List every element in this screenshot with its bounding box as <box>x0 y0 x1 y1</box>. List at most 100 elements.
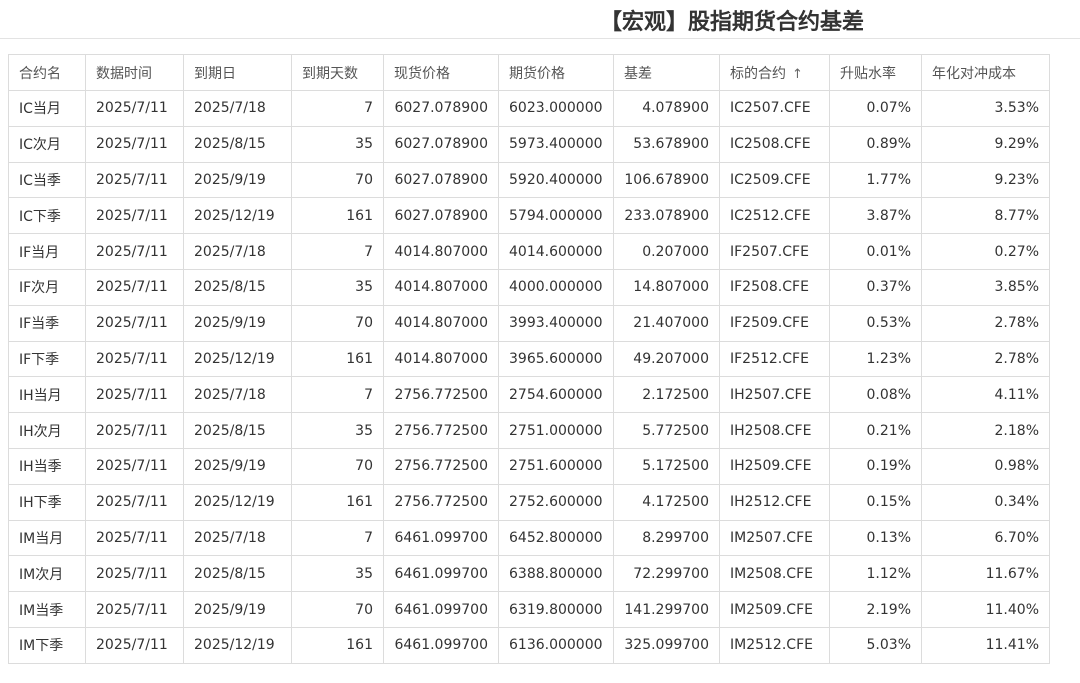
cell-annual-hedge-cost: 0.27% <box>921 233 1050 270</box>
cell-futures-price: 3965.600000 <box>498 340 614 378</box>
cell-expiry-date: 2025/8/15 <box>183 412 292 449</box>
cell-underlying-contract: IH2508.CFE <box>719 412 830 449</box>
cell-data-time: 2025/7/11 <box>85 483 184 521</box>
cell-annual-hedge-cost: 0.34% <box>921 483 1050 521</box>
col-header-basis[interactable]: 基差 <box>613 54 720 91</box>
cell-data-time: 2025/7/11 <box>85 376 184 414</box>
cell-basis: 49.207000 <box>613 340 720 378</box>
cell-futures-price: 5920.400000 <box>498 161 614 199</box>
cell-data-time: 2025/7/11 <box>85 268 184 306</box>
col-header-futures-price[interactable]: 期货价格 <box>498 54 614 91</box>
cell-underlying-contract: IF2512.CFE <box>719 340 830 378</box>
cell-underlying-contract: IH2509.CFE <box>719 447 830 485</box>
cell-contract-name: IM当季 <box>8 591 86 628</box>
cell-annual-hedge-cost: 6.70% <box>921 519 1050 557</box>
cell-futures-price: 2751.000000 <box>498 412 614 449</box>
cell-days-to-expiry: 161 <box>291 197 384 235</box>
cell-underlying-contract: IH2512.CFE <box>719 483 830 521</box>
cell-data-time: 2025/7/11 <box>85 447 184 485</box>
cell-spot-price: 6027.078900 <box>383 161 499 199</box>
cell-days-to-expiry: 35 <box>291 412 384 449</box>
cell-premium-rate: 0.07% <box>829 90 922 127</box>
cell-data-time: 2025/7/11 <box>85 340 184 378</box>
cell-spot-price: 6461.099700 <box>383 555 499 593</box>
col-header-premium-rate[interactable]: 升贴水率 <box>829 54 922 91</box>
cell-days-to-expiry: 161 <box>291 626 384 664</box>
cell-expiry-date: 2025/7/18 <box>183 519 292 557</box>
cell-annual-hedge-cost: 2.18% <box>921 412 1050 449</box>
table-row[interactable]: IH下季 2025/7/11 2025/12/19 161 2756.772500 275… <box>8 483 1050 521</box>
cell-spot-price: 6027.078900 <box>383 90 499 127</box>
cell-expiry-date: 2025/9/19 <box>183 447 292 485</box>
cell-futures-price: 6319.800000 <box>498 591 614 628</box>
table-row[interactable]: IC次月 2025/7/11 2025/8/15 35 6027.078900 5973.… <box>8 125 1050 163</box>
cell-annual-hedge-cost: 11.40% <box>921 591 1050 628</box>
cell-expiry-date: 2025/8/15 <box>183 125 292 163</box>
cell-days-to-expiry: 7 <box>291 90 384 127</box>
table-row[interactable]: IM下季 2025/7/11 2025/12/19 161 6461.099700 613… <box>8 626 1050 664</box>
cell-underlying-contract: IM2512.CFE <box>719 626 830 664</box>
cell-contract-name: IH下季 <box>8 483 86 521</box>
col-header-annual-hedge-cost[interactable]: 年化对冲成本 <box>921 54 1050 91</box>
cell-days-to-expiry: 70 <box>291 447 384 485</box>
cell-futures-price: 3993.400000 <box>498 304 614 342</box>
cell-days-to-expiry: 7 <box>291 376 384 414</box>
col-header-spot-price[interactable]: 现货价格 <box>383 54 499 91</box>
cell-futures-price: 2751.600000 <box>498 447 614 485</box>
cell-basis: 14.807000 <box>613 268 720 306</box>
table-row[interactable]: IH当季 2025/7/11 2025/9/19 70 2756.772500 2751.… <box>8 447 1050 485</box>
table-row[interactable]: IF当季 2025/7/11 2025/9/19 70 4014.807000 3993.… <box>8 304 1050 342</box>
table-row[interactable]: IF下季 2025/7/11 2025/12/19 161 4014.807000 396… <box>8 340 1050 378</box>
cell-expiry-date: 2025/12/19 <box>183 340 292 378</box>
table-row[interactable]: IH当月 2025/7/11 2025/7/18 7 2756.772500 2754.6… <box>8 376 1050 414</box>
cell-contract-name: IH次月 <box>8 412 86 449</box>
cell-contract-name: IC次月 <box>8 125 86 163</box>
cell-contract-name: IM次月 <box>8 555 86 593</box>
cell-basis: 2.172500 <box>613 376 720 414</box>
table-row[interactable]: IF当月 2025/7/11 2025/7/18 7 4014.807000 4014.6… <box>8 233 1050 270</box>
cell-annual-hedge-cost: 4.11% <box>921 376 1050 414</box>
cell-basis: 5.172500 <box>613 447 720 485</box>
cell-data-time: 2025/7/11 <box>85 304 184 342</box>
table-row[interactable]: IH次月 2025/7/11 2025/8/15 35 2756.772500 2751.… <box>8 412 1050 449</box>
cell-basis: 21.407000 <box>613 304 720 342</box>
cell-premium-rate: 0.15% <box>829 483 922 521</box>
arrow-up-icon[interactable]: ↑ <box>792 67 803 82</box>
cell-basis: 4.172500 <box>613 483 720 521</box>
cell-basis: 325.099700 <box>613 626 720 664</box>
cell-premium-rate: 0.13% <box>829 519 922 557</box>
table-row[interactable]: IM当季 2025/7/11 2025/9/19 70 6461.099700 6319.… <box>8 591 1050 628</box>
cell-days-to-expiry: 7 <box>291 519 384 557</box>
table-row[interactable]: IM次月 2025/7/11 2025/8/15 35 6461.099700 6388.… <box>8 555 1050 593</box>
cell-underlying-contract: IF2509.CFE <box>719 304 830 342</box>
cell-underlying-contract: IF2507.CFE <box>719 233 830 270</box>
table-row[interactable]: IF次月 2025/7/11 2025/8/15 35 4014.807000 4000.… <box>8 268 1050 306</box>
col-header-days-to-expiry[interactable]: 到期天数 <box>291 54 384 91</box>
cell-basis: 106.678900 <box>613 161 720 199</box>
cell-annual-hedge-cost: 8.77% <box>921 197 1050 235</box>
table-row[interactable]: IM当月 2025/7/11 2025/7/18 7 6461.099700 6452.8… <box>8 519 1050 557</box>
cell-annual-hedge-cost: 11.41% <box>921 626 1050 664</box>
cell-basis: 72.299700 <box>613 555 720 593</box>
cell-futures-price: 4014.600000 <box>498 233 614 270</box>
table-row[interactable]: IC当季 2025/7/11 2025/9/19 70 6027.078900 5920.… <box>8 161 1050 199</box>
cell-contract-name: IM下季 <box>8 626 86 664</box>
col-header-expiry-date[interactable]: 到期日 <box>183 54 292 91</box>
col-header-contract-name[interactable]: 合约名 <box>8 54 86 91</box>
col-header-underlying-contract[interactable]: 标的合约 ↑ <box>719 54 830 91</box>
cell-expiry-date: 2025/7/18 <box>183 376 292 414</box>
table-row[interactable]: IC下季 2025/7/11 2025/12/19 161 6027.078900 579… <box>8 197 1050 235</box>
cell-contract-name: IM当月 <box>8 519 86 557</box>
cell-spot-price: 2756.772500 <box>383 447 499 485</box>
cell-contract-name: IF当季 <box>8 304 86 342</box>
cell-days-to-expiry: 35 <box>291 555 384 593</box>
cell-spot-price: 2756.772500 <box>383 412 499 449</box>
cell-contract-name: IF次月 <box>8 268 86 306</box>
table-row[interactable]: IC当月 2025/7/11 2025/7/18 7 6027.078900 6023.0… <box>8 90 1050 127</box>
cell-expiry-date: 2025/8/15 <box>183 555 292 593</box>
cell-premium-rate: 1.23% <box>829 340 922 378</box>
cell-data-time: 2025/7/11 <box>85 125 184 163</box>
cell-days-to-expiry: 70 <box>291 304 384 342</box>
col-header-data-time[interactable]: 数据时间 <box>85 54 184 91</box>
cell-spot-price: 4014.807000 <box>383 233 499 270</box>
